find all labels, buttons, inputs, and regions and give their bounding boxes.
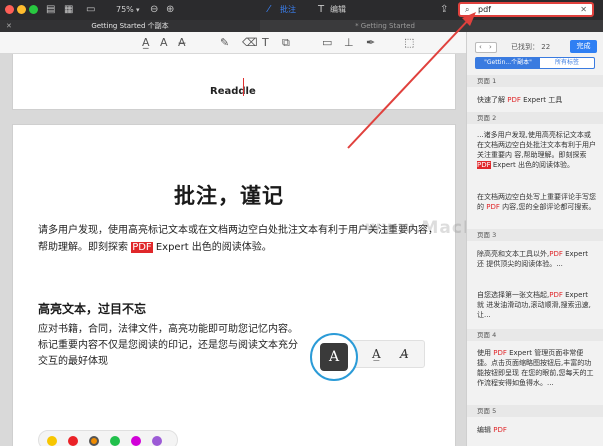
tab-annotate[interactable]: 批注 — [280, 3, 296, 17]
minimize-window-button[interactable] — [17, 5, 26, 14]
highlight-tool-button[interactable]: A — [310, 333, 358, 381]
color-picker — [38, 430, 178, 446]
previous-result-icon[interactable]: ‹ — [479, 42, 482, 53]
window-toolbar: ▤ ▦ ▭ 75% ▾ ⊖ ⊕ ⁄ 批注 T 编辑 ⇪ ⌕ pdf ✕ — [0, 0, 603, 20]
search-highlight: PDF — [131, 242, 153, 253]
highlight-text-icon[interactable]: A̲ — [142, 36, 150, 50]
search-result-item[interactable]: 在文档两边空白处写上重要评论手写您的 PDF 内容,您的全部评论都可搜索。 — [477, 192, 597, 212]
result-text: 快速了解 — [477, 96, 508, 104]
zoom-window-button[interactable] — [29, 5, 38, 14]
stamp-icon[interactable]: ⊥ — [344, 36, 354, 50]
chevron-down-icon[interactable]: ▾ — [136, 3, 140, 17]
annotate-icon: ⁄ — [268, 4, 270, 15]
tab-label: * Getting Started — [355, 22, 415, 30]
share-icon[interactable]: ⇪ — [440, 3, 448, 17]
pages-icon[interactable]: ▭ — [86, 3, 95, 17]
result-nav: ‹ › — [475, 42, 497, 53]
color-swatch-magenta[interactable] — [131, 436, 141, 446]
scope-current-document[interactable]: "Gettin...个副本" — [476, 58, 540, 68]
strikethrough-tool-icon[interactable]: A̶ — [400, 347, 409, 361]
result-page-header: 页面 4 — [467, 329, 603, 341]
found-label: 已找到： — [511, 43, 539, 51]
result-text: 除高亮和文本工具以外, — [477, 250, 550, 258]
result-match: PDF — [549, 250, 563, 258]
annotation-toolbar: A̲ A A̶ ✎ ⌫ T ⧉ ▭ ⊥ ✒ ⬚ — [0, 32, 466, 54]
result-text: 自您选择第一张文档起, — [477, 291, 550, 299]
search-scope-toggle: "Gettin...个副本" 所有标签 — [475, 57, 595, 69]
tab-edit[interactable]: 编辑 — [330, 3, 346, 17]
search-icon: ⌕ — [465, 5, 470, 14]
brand-logo-text: Readdle — [210, 86, 256, 97]
page-title: 批注，谨记 — [174, 184, 284, 208]
result-match: PDF — [493, 349, 507, 357]
next-result-icon[interactable]: › — [489, 42, 492, 53]
clear-search-icon[interactable]: ✕ — [580, 4, 587, 15]
section-heading: 高亮文本，过目不忘 — [38, 302, 147, 316]
result-page-header: 页面 1 — [467, 75, 603, 87]
found-number: 22 — [541, 43, 551, 51]
text-tool-icon[interactable]: T — [262, 36, 269, 50]
signature-icon[interactable]: ✒ — [366, 36, 375, 50]
result-page-header: 页面 3 — [467, 229, 603, 241]
color-swatch-purple[interactable] — [152, 436, 162, 446]
sidebar-icon[interactable]: ▤ — [46, 3, 55, 17]
search-result-item[interactable]: 使用 PDF Expert 管理页面非常便捷。点击页面缩略图按钮后,丰富的功能按… — [477, 348, 597, 388]
pdf-page — [12, 124, 456, 446]
result-match: PDF — [507, 96, 521, 104]
search-result-item[interactable]: 自您选择第一张文档起,PDF Expert 就 进发油滑动功,滚动顺滑,搜索迅速… — [477, 290, 597, 320]
search-field[interactable]: ⌕ pdf ✕ — [458, 2, 594, 17]
highlight-icon: A — [320, 343, 348, 371]
tab-getting-started[interactable]: * Getting Started — [300, 20, 470, 32]
document-tab-bar: ✕ Getting Started 个副本 * Getting Started — [0, 20, 603, 32]
done-button[interactable]: 完成 — [570, 40, 597, 53]
result-match: PDF — [549, 291, 563, 299]
scope-all-tabs[interactable]: 所有标签 — [540, 58, 594, 68]
pen-icon[interactable]: ✎ — [220, 36, 229, 50]
underline-text-icon[interactable]: A — [160, 36, 168, 50]
select-area-icon[interactable]: ⬚ — [404, 36, 414, 50]
result-text: Expert 工具 — [520, 96, 563, 104]
result-text: 内容,您的全部评论都可搜索。 — [499, 203, 596, 211]
eraser-icon[interactable]: ⌫ — [242, 36, 258, 50]
comment-icon[interactable]: ▭ — [322, 36, 332, 50]
strikethrough-text-icon[interactable]: A̶ — [178, 36, 186, 50]
result-match: PDF — [486, 203, 500, 211]
close-tab-icon[interactable]: ✕ — [6, 20, 12, 32]
result-match: PDF — [477, 161, 491, 169]
color-swatch-yellow[interactable] — [47, 436, 57, 446]
zoom-level[interactable]: 75% — [116, 3, 134, 17]
section-paragraph: 应对书籍，合同，法律文件，高亮功能即可助您记忆内容。标记重要内容不仅是您阅读的印… — [38, 324, 298, 367]
search-results-panel: ‹ › 已找到： 22 完成 "Gettin...个副本" 所有标签 页面 1 … — [466, 32, 603, 446]
text-cursor — [243, 78, 244, 96]
search-result-item[interactable]: ...诸多用户发现,使用高亮标记文本或在文档两边空白处批注文本有利于用户关注重要… — [477, 130, 597, 170]
paragraph-text: Expert 出色的阅读体验。 — [152, 242, 272, 253]
search-result-item[interactable]: 快速了解 PDF Expert 工具 — [477, 95, 597, 105]
color-swatch-red[interactable] — [68, 436, 78, 446]
result-text: Expert 出色的阅读体验。 — [490, 161, 575, 169]
underline-tool-icon[interactable]: A̲ — [372, 347, 381, 361]
search-result-item[interactable]: 除高亮和文本工具以外,PDF Expert 还 提供顶尖的阅读体验。... — [477, 249, 597, 269]
zoom-out-icon[interactable]: ⊖ — [150, 3, 158, 17]
result-page-header: 页面 5 — [467, 405, 603, 417]
close-window-button[interactable] — [5, 5, 14, 14]
result-page-header: 页面 2 — [467, 112, 603, 124]
pdf-page — [12, 54, 456, 110]
text-cursor-icon: T — [318, 4, 325, 15]
tab-getting-started-copy[interactable]: ✕ Getting Started 个副本 — [0, 20, 260, 32]
result-match: PDF — [493, 426, 507, 434]
grid-icon[interactable]: ▦ — [64, 3, 73, 17]
zoom-in-icon[interactable]: ⊕ — [166, 3, 174, 17]
result-text: 使用 — [477, 349, 494, 357]
result-text: 编辑 — [477, 426, 494, 434]
result-text: ...诸多用户发现,使用高亮标记文本或在文档两边空白处批注文本有利于用户关注重要… — [477, 131, 596, 159]
color-swatch-green[interactable] — [110, 436, 120, 446]
tab-label: Getting Started 个副本 — [91, 22, 169, 30]
shape-icon[interactable]: ⧉ — [282, 36, 290, 50]
search-input[interactable]: pdf — [478, 4, 491, 15]
search-result-item[interactable]: 编辑 PDF — [477, 425, 597, 435]
found-count: 已找到： 22 — [511, 41, 550, 53]
color-swatch-orange[interactable] — [89, 436, 99, 446]
